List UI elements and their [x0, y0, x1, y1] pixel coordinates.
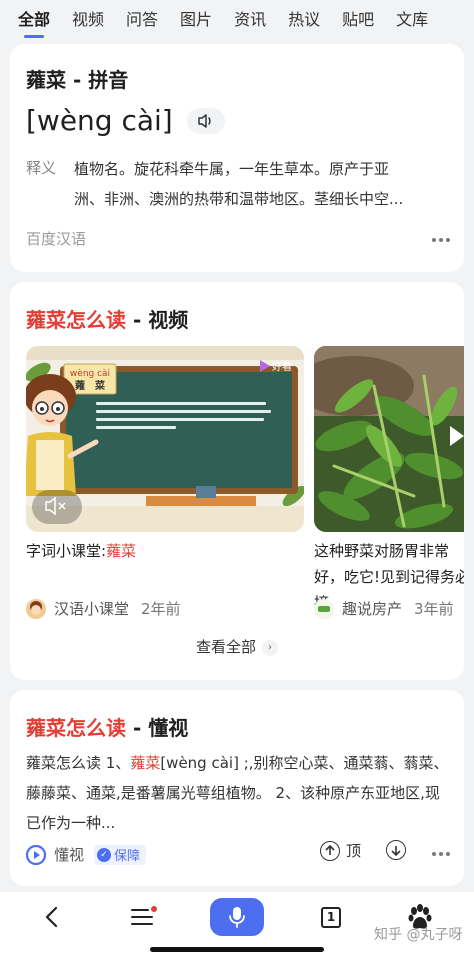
tab-all[interactable]: 全部 [18, 0, 50, 40]
microphone-icon [229, 907, 245, 928]
pinyin-text: [wèng cài] [26, 104, 173, 137]
tab-tieba[interactable]: 贴吧 [342, 0, 374, 40]
definition-line-2: 洲、非洲、澳洲的热带和温带地区。茎细长中空... [74, 190, 404, 208]
definition-label: 释义 [26, 159, 57, 177]
dictionary-title[interactable]: 蕹菜 - 拼音 [26, 64, 128, 93]
voice-search-button[interactable] [210, 898, 264, 936]
video-title-text: 字词小课堂: [26, 542, 107, 560]
video-author[interactable]: 汉语小课堂 2年前 [26, 598, 181, 619]
definition-row: 释义 植物名。旋花科牵牛属，一年生草本。原产于亚 洲、非洲、澳洲的热带和温带地区… [26, 154, 446, 214]
bottom-navigation-bar: 1 知乎 @丸子呀 [0, 892, 474, 962]
check-icon: ✓ [97, 847, 112, 862]
title-suffix: - 视频 [126, 308, 189, 332]
thumb-word: 蕹 菜 [75, 379, 106, 392]
chevron-right-icon: › [262, 639, 278, 656]
post-age: 3年前 [414, 600, 454, 618]
avatar [314, 598, 334, 619]
guarantee-badge: ✓ 保障 [94, 844, 147, 865]
title-suffix: - 懂视 [126, 716, 189, 740]
definition-line-1: 植物名。旋花科牵牛属，一年生草本。原产于亚 [74, 160, 390, 178]
upvote-label: 顶 [346, 842, 362, 860]
speaker-icon[interactable] [186, 107, 225, 134]
dongshi-logo-icon [26, 844, 46, 865]
video-author[interactable]: 趣说房产 3年前 [314, 598, 454, 619]
video-title-highlight: 蕹菜 [106, 542, 137, 560]
tab-discussion[interactable]: 热议 [288, 0, 320, 40]
video-card: 蕹菜怎么读 - 视频 wèng cài 蕹 菜 好看 字词小课堂:蕹菜 这种野菜… [10, 282, 464, 680]
thumb-pinyin: wèng cài [70, 368, 110, 379]
downvote-button[interactable] [386, 840, 412, 860]
post-age: 2年前 [141, 600, 181, 618]
answer-section-title[interactable]: 蕹菜怎么读 - 懂视 [26, 712, 188, 741]
title-highlight: 蕹菜怎么读 [26, 716, 126, 740]
arrow-up-icon [320, 840, 340, 861]
answer-snippet: 蕹菜怎么读 1、蕹菜[wèng cài] ;,别称空心菜、通菜蓊、蓊菜、藤藤菜、… [26, 748, 450, 838]
tab-wenku[interactable]: 文库 [396, 0, 428, 40]
upvote-button[interactable]: 顶 [320, 840, 361, 861]
video-thumbnail[interactable]: wèng cài 蕹 菜 好看 [26, 346, 304, 532]
source-name: 懂视 [54, 846, 85, 864]
more-options-icon[interactable] [432, 238, 450, 242]
tab-count-button[interactable]: 1 [321, 907, 341, 928]
search-tab-bar: 全部 视频 问答 图片 资讯 热议 贴吧 文库 [0, 0, 474, 40]
back-arrow-icon[interactable] [42, 906, 62, 928]
video-title[interactable]: 字词小课堂:蕹菜 [26, 538, 306, 564]
tab-qa[interactable]: 问答 [126, 0, 158, 40]
title-highlight: 蕹菜怎么读 [26, 308, 126, 332]
avatar [26, 598, 46, 619]
zhihu-watermark: 知乎 @丸子呀 [374, 927, 463, 943]
snippet-pinyin: [wèng cài] [160, 754, 239, 772]
view-all-button[interactable]: 查看全部 › [10, 636, 464, 657]
definition-text: 植物名。旋花科牵牛属，一年生草本。原产于亚 洲、非洲、澳洲的热带和温带地区。茎细… [74, 154, 403, 214]
thumb-watermark: 好看 [272, 360, 292, 373]
snippet-highlight: 蕹菜 [130, 754, 161, 772]
menu-icon[interactable] [130, 906, 158, 928]
tab-video[interactable]: 视频 [72, 0, 104, 40]
source-label[interactable]: 百度汉语 [26, 228, 86, 249]
home-indicator[interactable] [150, 947, 324, 952]
video-section-title[interactable]: 蕹菜怎么读 - 视频 [26, 304, 188, 333]
snippet-text: 蕹菜怎么读 1、 [26, 754, 131, 772]
tab-images[interactable]: 图片 [180, 0, 212, 40]
answer-source[interactable]: 懂视 ✓ 保障 [26, 844, 147, 865]
tab-news[interactable]: 资讯 [234, 0, 266, 40]
author-name: 趣说房产 [342, 600, 403, 618]
video-thumbnail[interactable] [314, 346, 464, 532]
more-options-icon[interactable] [432, 852, 450, 856]
arrow-down-icon [386, 840, 406, 860]
pinyin-row: [wèng cài] [26, 104, 225, 137]
dictionary-card[interactable]: 蕹菜 - 拼音 [wèng cài] 释义 植物名。旋花科牵牛属，一年生草本。原… [10, 44, 464, 272]
answer-card[interactable]: 蕹菜怎么读 - 懂视 蕹菜怎么读 1、蕹菜[wèng cài] ;,别称空心菜、… [10, 690, 464, 886]
view-all-label: 查看全部 [195, 638, 256, 656]
badge-label: 保障 [114, 849, 141, 864]
author-name: 汉语小课堂 [54, 600, 130, 618]
